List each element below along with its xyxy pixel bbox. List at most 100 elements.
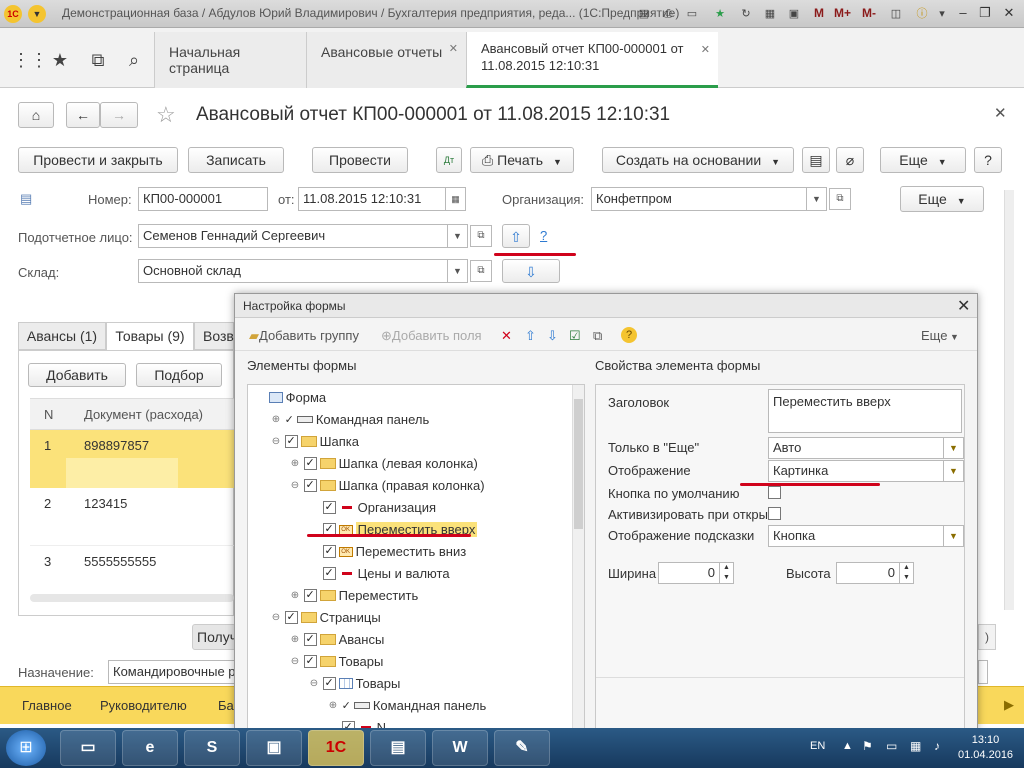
collapse-icon[interactable]: ⊖ — [290, 480, 300, 491]
section-main[interactable]: Главное — [22, 698, 72, 713]
clock[interactable]: 13:10 01.04.2016 — [958, 734, 1013, 761]
info-icon[interactable]: ⓘ — [914, 6, 930, 22]
elements-tree[interactable]: Форма ⊕ ✓ Командная панель ⊖ ✓ Шапка ⊕ ✓ Шапка… — [247, 384, 585, 730]
paint-taskbar-icon[interactable]: ✎ — [494, 730, 550, 766]
section-bank[interactable]: Ба — [218, 698, 234, 713]
chevron-down-icon[interactable]: ▾ — [934, 6, 950, 22]
visibility-checkbox[interactable]: ✓ — [303, 457, 317, 471]
expand-icon[interactable]: ⊕ — [271, 414, 281, 425]
tree-item[interactable]: ⊖ ✓ Товары — [309, 675, 401, 697]
add-button[interactable]: Добавить — [28, 363, 126, 387]
memory-m-button[interactable]: M — [814, 6, 824, 20]
accountable-person-field[interactable]: Семенов Геннадий Сергеевич — [138, 224, 448, 248]
chevron-down-icon[interactable]: ▼ — [807, 187, 827, 211]
save-button[interactable]: Записать — [188, 147, 284, 173]
favorite-star-icon[interactable]: ☆ — [156, 102, 176, 128]
open-icon[interactable]: ⧉ — [829, 188, 851, 210]
calendar-icon[interactable]: ▦ — [446, 187, 466, 211]
collapse-icon[interactable]: ⊖ — [271, 612, 281, 623]
open-icon[interactable]: ⧉ — [470, 260, 492, 282]
caption-field[interactable]: Переместить вверх — [768, 389, 962, 433]
help-icon[interactable]: ? — [621, 327, 637, 343]
app-taskbar-icon[interactable]: ▣ — [246, 730, 302, 766]
warehouse-field[interactable]: Основной склад — [138, 259, 448, 283]
explorer-taskbar-icon[interactable]: ▭ — [60, 730, 116, 766]
collapse-icon[interactable]: ⊖ — [271, 436, 281, 447]
visibility-checkbox[interactable]: ✓ — [322, 501, 336, 515]
minimize-button[interactable]: – — [952, 4, 974, 22]
volume-icon[interactable]: ♪ — [934, 739, 940, 753]
expand-icon[interactable]: ⊕ — [290, 590, 300, 601]
tree-item[interactable]: Форма — [252, 389, 326, 411]
visibility-checkbox[interactable]: ✓ — [284, 435, 298, 449]
expand-icon[interactable]: ⊕ — [290, 634, 300, 645]
organization-field[interactable]: Конфетпром — [591, 187, 807, 211]
chevron-right-icon[interactable]: ▶ — [1004, 697, 1014, 713]
preview-icon[interactable]: ▭ — [684, 6, 700, 22]
tree-item[interactable]: ✓ OK Переместить вверх — [309, 521, 478, 543]
sections-menu-icon[interactable]: ⋮⋮ — [12, 48, 48, 72]
visibility-checkbox[interactable]: ✓ — [284, 611, 298, 625]
add-fields-button[interactable]: ⊕Добавить поля — [381, 328, 482, 344]
print-button[interactable]: ⎙ Печать ▼ — [470, 147, 574, 173]
collapse-icon[interactable]: ⊖ — [290, 656, 300, 667]
visibility-checkbox[interactable]: ✓ — [303, 479, 317, 493]
visibility-checkbox[interactable]: ✓ — [322, 545, 336, 559]
only-more-field[interactable]: Авто — [768, 437, 944, 459]
help-button[interactable]: ? — [974, 147, 1002, 173]
display-field[interactable]: Картинка — [768, 460, 944, 482]
doc-scrollbar[interactable] — [1004, 190, 1014, 610]
move-up-icon[interactable]: ⇧ — [525, 328, 536, 344]
ie-taskbar-icon[interactable]: e — [122, 730, 178, 766]
receive-button[interactable]: Получ — [192, 624, 237, 650]
restore-button[interactable]: ❐ — [974, 4, 996, 22]
tree-item[interactable]: ⊖ ✓ Шапка (правая колонка) — [290, 477, 485, 499]
expand-icon[interactable]: ⊕ — [290, 458, 300, 469]
width-stepper[interactable]: ▲ ▼ — [720, 562, 734, 584]
memory-plus-button[interactable]: M+ — [834, 6, 851, 20]
tab-advance-reports[interactable]: Авансовые отчеты ✕ — [306, 32, 466, 88]
close-tab-icon[interactable]: ✕ — [701, 42, 710, 59]
tab-home[interactable]: Начальная страница — [154, 32, 306, 88]
tree-item[interactable]: ⊕ ✓ Авансы — [290, 631, 385, 653]
favorite-icon[interactable]: ★ — [712, 6, 728, 22]
width-field[interactable]: 0 — [658, 562, 720, 584]
word-taskbar-icon[interactable]: W — [432, 730, 488, 766]
tab-goods[interactable]: Товары (9) — [106, 322, 194, 351]
tree-item[interactable]: ⊕ ✓ Шапка (левая колонка) — [290, 455, 478, 477]
attachment-icon[interactable]: ⌀ — [836, 147, 864, 173]
search-icon[interactable]: ⌕ — [122, 48, 146, 72]
move-down-icon[interactable]: ⇩ — [547, 328, 558, 344]
table-h-scrollbar[interactable] — [30, 594, 234, 602]
tree-item[interactable]: ⊖ ✓ Страницы — [271, 609, 381, 631]
flag-icon[interactable]: ⚑ — [862, 739, 873, 753]
move-down-button[interactable]: ⇩ — [502, 259, 560, 283]
help-link[interactable]: ? — [540, 228, 547, 243]
chevron-down-icon[interactable]: ▼ — [944, 460, 964, 482]
purpose-field[interactable]: Командировочные р — [108, 660, 236, 684]
side-field[interactable] — [978, 660, 988, 684]
tab-advance-report-doc[interactable]: Авансовый отчет КП00-000001 от 11.08.201… — [466, 32, 718, 88]
tree-item[interactable]: ⊕ ✓ Переместить — [290, 587, 418, 609]
print-icon[interactable]: ⎙ — [660, 6, 676, 22]
tray-arrow-icon[interactable]: ▲ — [842, 740, 853, 752]
home-button[interactable]: ⌂ — [18, 102, 54, 128]
back-button[interactable]: ← — [66, 102, 100, 128]
pick-button[interactable]: Подбор — [136, 363, 222, 387]
visibility-checkbox[interactable]: ✓ — [303, 589, 317, 603]
side-button[interactable]: ) — [978, 624, 996, 650]
forward-button[interactable]: → — [100, 102, 138, 128]
close-doc-icon[interactable]: ✕ — [994, 104, 1007, 122]
chevron-down-icon[interactable]: ▼ — [944, 525, 964, 547]
default-button-checkbox[interactable] — [768, 486, 781, 499]
delete-icon[interactable]: ✕ — [501, 328, 512, 344]
save-icon[interactable]: ▤ — [636, 6, 652, 22]
table-row[interactable]: 1 898897857 — [30, 430, 234, 488]
post-button[interactable]: Провести — [312, 147, 408, 173]
calendar-icon[interactable]: ▣ — [786, 6, 802, 22]
visibility-checkbox[interactable]: ✓ — [303, 633, 317, 647]
date-field[interactable]: 11.08.2015 12:10:31 — [298, 187, 446, 211]
chevron-down-icon[interactable]: ▼ — [448, 259, 468, 283]
table-row[interactable]: 3 5555555555 — [30, 546, 234, 594]
table-row[interactable]: 2 123415 — [30, 488, 234, 546]
